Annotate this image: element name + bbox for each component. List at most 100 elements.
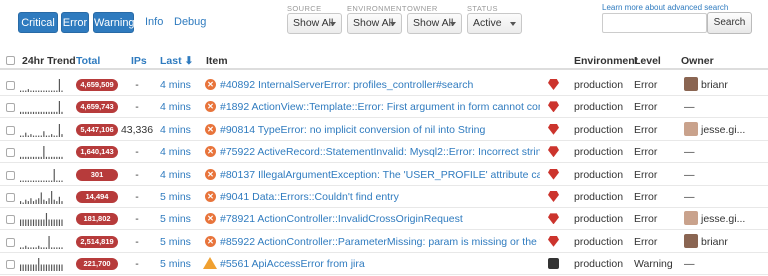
sparkline-bar	[40, 219, 42, 227]
last-seen-link[interactable]: 4 mins	[160, 79, 191, 91]
table-row[interactable]: 14,494 - 5 mins ✕ #9041 Data::Errors::Couldn…	[0, 186, 768, 208]
owner-name[interactable]: brianr	[701, 236, 728, 248]
source-filter-value: Show All	[293, 17, 334, 29]
level-filter-debug-link[interactable]: Debug	[174, 12, 206, 33]
sparkline-bar	[35, 219, 37, 227]
header-trend: 24hr Trend	[22, 55, 76, 67]
last-seen-link[interactable]: 5 mins	[160, 258, 191, 270]
sparkline-bar	[22, 264, 24, 272]
sparkline-bar	[48, 198, 50, 204]
owner-name[interactable]: —	[684, 146, 695, 158]
owner-name[interactable]: brianr	[701, 79, 728, 91]
level-filter-error-button[interactable]: Error	[61, 12, 89, 33]
sparkline-bar	[45, 264, 48, 272]
sparkline-bar	[30, 180, 32, 182]
owner-name[interactable]: —	[684, 191, 695, 203]
header-item: Item	[206, 55, 228, 67]
row-checkbox[interactable]	[6, 81, 15, 90]
ips-count: -	[135, 235, 139, 248]
last-seen-link[interactable]: 5 mins	[160, 236, 191, 248]
ips-count: 43,336	[120, 123, 154, 136]
sparkline-bar	[40, 192, 42, 204]
row-checkbox[interactable]	[6, 148, 15, 158]
sparkline-bar	[51, 112, 53, 115]
level-value: Error	[634, 79, 658, 91]
row-checkbox[interactable]	[6, 103, 15, 113]
table-row[interactable]: 221,700 - 5 mins #5561 ApiAccessError from …	[0, 253, 768, 276]
item-title-link[interactable]: #80137 IllegalArgumentException: The 'US…	[220, 169, 540, 181]
sparkline-bar	[25, 157, 27, 160]
ruby-icon	[548, 101, 559, 113]
sparkline-bar	[22, 157, 24, 160]
owner-filter-select[interactable]: Show All	[407, 13, 462, 34]
row-checkbox[interactable]	[6, 125, 15, 135]
row-checkbox[interactable]	[6, 237, 15, 247]
sparkline-bar	[32, 180, 35, 182]
last-seen-link[interactable]: 4 mins	[160, 169, 191, 181]
level-filter-warning-button[interactable]: Warning	[93, 12, 135, 33]
search-input[interactable]	[602, 13, 707, 33]
level-filter-critical-button[interactable]: Critical	[18, 12, 58, 33]
table-header: 24hr Trend Total IPs Last ⬇ Item Environ…	[0, 52, 768, 70]
ruby-icon	[548, 235, 559, 247]
last-seen-link[interactable]: 5 mins	[160, 213, 191, 225]
last-seen-link[interactable]: 5 mins	[160, 191, 191, 203]
last-seen-link[interactable]: 4 mins	[160, 101, 191, 113]
table-row[interactable]: 4,659,743 - 4 mins ✕ #1892 ActionView::Templ…	[0, 96, 768, 119]
table-row[interactable]: 5,447,106 43,336 4 mins ✕ #90814 TypeError: …	[0, 119, 768, 141]
last-seen-link[interactable]: 4 mins	[160, 124, 191, 136]
sparkline-bar	[38, 258, 40, 272]
header-total[interactable]: Total	[76, 55, 100, 67]
advanced-search-link[interactable]: Learn more about advanced search	[602, 3, 728, 12]
sparkline-bar	[58, 79, 60, 92]
item-title-link[interactable]: #85922 ActionController::ParameterMissin…	[220, 236, 540, 248]
environment-filter-select[interactable]: Show All	[347, 13, 402, 34]
sparkline-bar	[30, 219, 32, 227]
status-filter-select[interactable]: Active	[467, 13, 522, 34]
row-checkbox[interactable]	[6, 215, 15, 225]
select-all-checkbox[interactable]	[6, 56, 15, 65]
item-title-link[interactable]: #90814 TypeError: no implicit conversion…	[220, 124, 540, 136]
sparkline-bar	[27, 219, 29, 227]
item-title-link[interactable]: #1892 ActionView::Template::Error: First…	[220, 101, 540, 113]
owner-name[interactable]: jesse.gi...	[701, 124, 745, 136]
ruby-icon	[548, 191, 559, 202]
sparkline-bar	[40, 157, 42, 160]
owner-name[interactable]: —	[684, 258, 695, 270]
level-filter-info-link[interactable]: Info	[145, 12, 163, 33]
last-seen-link[interactable]: 4 mins	[160, 146, 191, 158]
header-ips[interactable]: IPs	[131, 55, 147, 67]
item-title-link[interactable]: #40892 InternalServerError: profiles_con…	[220, 79, 540, 91]
row-checkbox[interactable]	[6, 193, 15, 202]
table-row[interactable]: 1,640,143 - 4 mins ✕ #75922 ActiveRecord::St…	[0, 141, 768, 164]
sparkline-bar	[22, 112, 24, 115]
total-count-badge: 181,802	[76, 213, 118, 226]
table-row[interactable]: 2,514,819 - 5 mins ✕ #85922 ActionController…	[0, 231, 768, 253]
sparkline-bar	[51, 180, 53, 182]
source-filter-select[interactable]: Show All	[287, 13, 342, 34]
search-button[interactable]: Search	[707, 12, 752, 34]
row-checkbox[interactable]	[6, 170, 15, 180]
sparkline-bar	[51, 90, 53, 92]
table-row[interactable]: 301 - 4 mins ✕ #80137 IllegalArgumentExcepti…	[0, 164, 768, 186]
item-title-link[interactable]: #5561 ApiAccessError from jira	[220, 258, 540, 270]
item-title-link[interactable]: #78921 ActionController::InvalidCrossOri…	[220, 213, 540, 225]
ruby-icon	[548, 146, 559, 158]
owner-name[interactable]: —	[684, 169, 695, 181]
sparkline-bar	[27, 247, 29, 249]
sparkline-bar	[40, 247, 42, 249]
item-title-link[interactable]: #75922 ActiveRecord::StatementInvalid: M…	[220, 146, 540, 158]
sparkline-bar	[30, 112, 32, 115]
item-title-link[interactable]: #9041 Data::Errors::Couldn't find entry	[220, 191, 540, 203]
table-row[interactable]: 4,659,509 - 4 mins ✕ #40892 InternalServerEr…	[0, 74, 768, 96]
sparkline-bar	[61, 90, 63, 92]
sparkline-bar	[32, 112, 35, 115]
owner-name[interactable]: —	[684, 101, 695, 113]
owner-filter-label: OWNER	[407, 4, 438, 13]
table-row[interactable]: 181,802 - 5 mins ✕ #78921 ActionController::…	[0, 208, 768, 231]
sparkline-bar	[30, 157, 32, 160]
row-checkbox[interactable]	[6, 260, 15, 270]
owner-name[interactable]: jesse.gi...	[701, 213, 745, 225]
header-last[interactable]: Last ⬇	[160, 55, 193, 67]
sparkline-bar	[22, 90, 24, 92]
